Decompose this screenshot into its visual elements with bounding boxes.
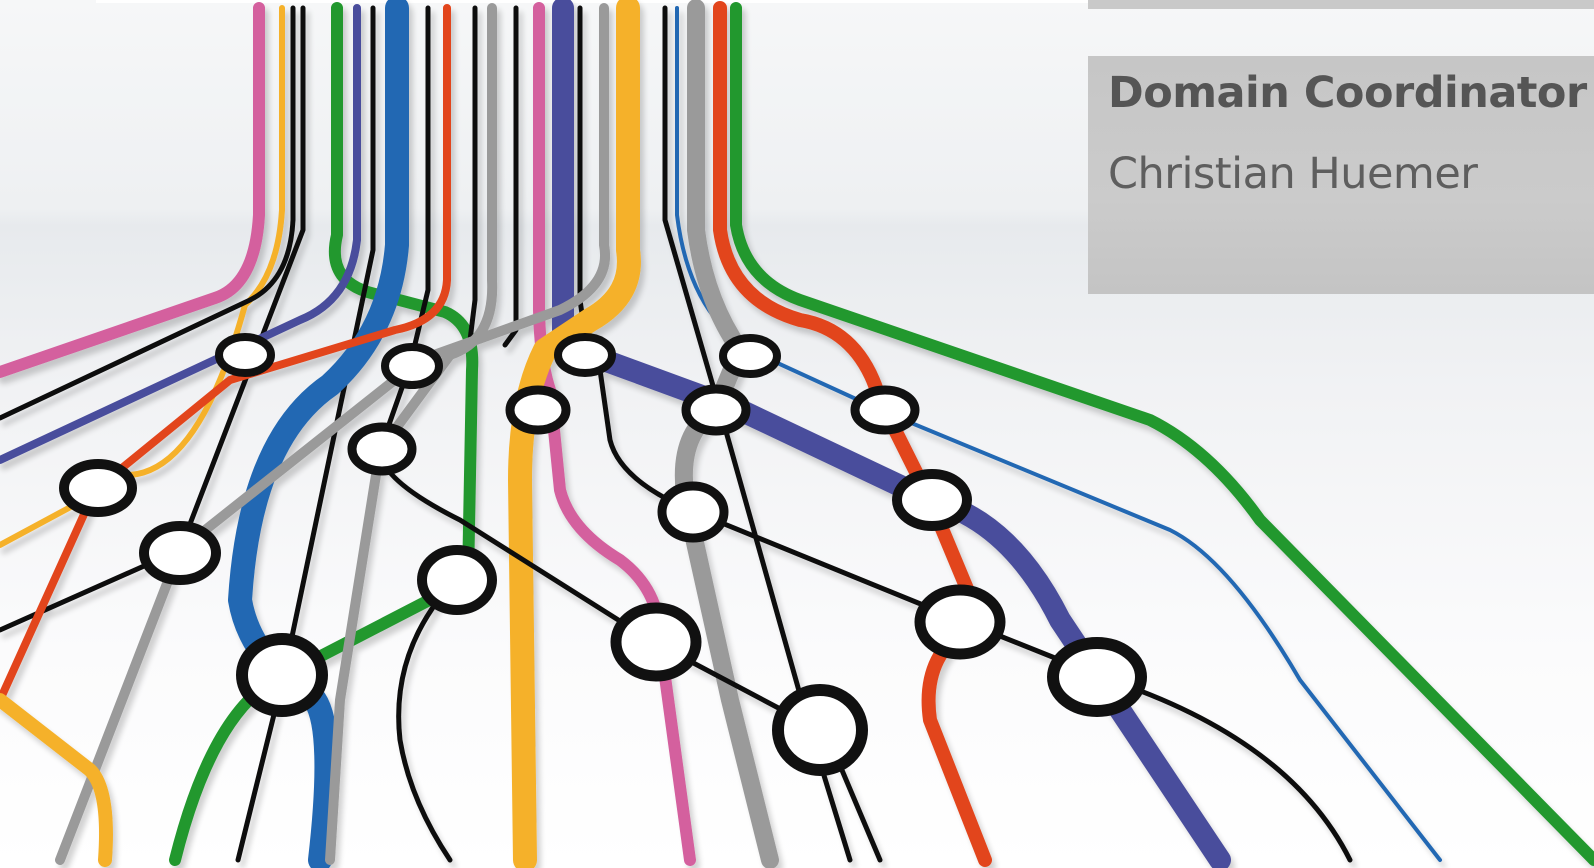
station-marker <box>236 633 328 717</box>
station-marker <box>610 602 702 682</box>
station-marker <box>719 334 781 378</box>
line-black-5 <box>467 5 478 343</box>
station-marker <box>914 584 1006 660</box>
station-marker <box>892 469 972 531</box>
station-marker <box>505 385 571 435</box>
header-strip <box>1088 0 1594 9</box>
station-marker <box>657 481 729 543</box>
title-panel: Domain Coordinator Christian Huemer <box>1088 56 1594 294</box>
presenter-name: Christian Huemer <box>1108 149 1478 199</box>
line-yellow-bottom <box>0 693 113 867</box>
station-marker <box>554 333 616 377</box>
station-marker <box>850 385 920 435</box>
station-marker <box>381 343 443 389</box>
station-marker <box>347 422 417 476</box>
station-marker <box>772 684 868 776</box>
station-marker <box>59 459 137 517</box>
line-black-6 <box>502 5 519 348</box>
station-marker <box>1047 637 1147 717</box>
panel-title: Domain Coordinator <box>1108 68 1587 118</box>
line-pink-left <box>0 2 265 378</box>
station-marker <box>681 384 751 436</box>
station-marker <box>215 333 275 377</box>
station-marker <box>139 521 221 585</box>
station-marker <box>417 545 497 615</box>
